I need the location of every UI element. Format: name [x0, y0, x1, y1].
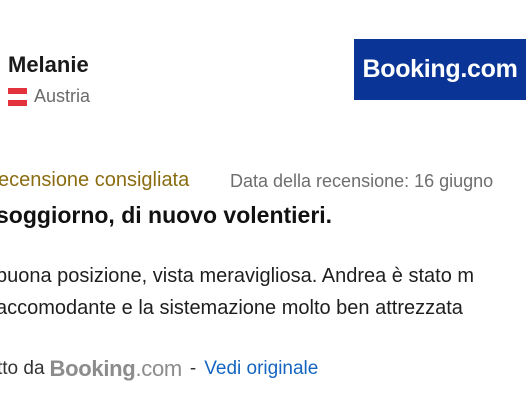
booking-logo-text: Booking.com [362, 55, 518, 83]
recommended-review-badge: ecensione consigliata [0, 169, 190, 191]
booking-wordmark-main: Booking [49, 356, 136, 381]
review-source: tto da Booking.com - Vedi originale [0, 356, 318, 382]
reviewer-name: Melanie [8, 52, 89, 77]
source-separator: - [189, 358, 197, 379]
booking-logo: Booking.com [354, 39, 526, 100]
austria-flag-icon [8, 88, 27, 106]
review-body-line: accomodante e la sistemazione molto ben … [0, 297, 463, 319]
review-title: soggiorno, di nuovo volentieri. [0, 202, 333, 228]
reviewer-country: Austria [34, 86, 91, 106]
flag-stripe-bottom [8, 100, 27, 106]
booking-wordmark: Booking.com [49, 356, 183, 382]
booking-wordmark-suffix: .com [135, 356, 182, 381]
review-date: Data della recensione: 16 giugno [230, 171, 494, 191]
review-body-line: buona posizione, vista meravigliosa. And… [0, 265, 475, 287]
source-prefix: tto da [0, 358, 45, 379]
view-original-link[interactable]: Vedi originale [204, 358, 318, 380]
